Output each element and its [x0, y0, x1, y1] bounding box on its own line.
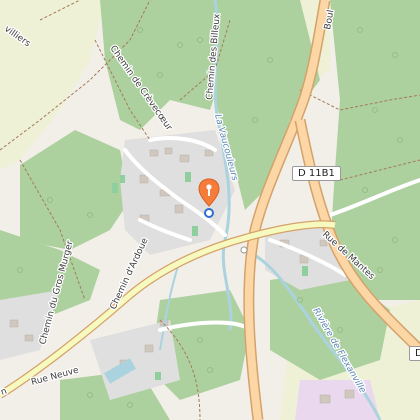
junction-circle	[240, 246, 248, 254]
road-shield-d-partial: D	[409, 346, 420, 361]
road-shield-d11b1: D 11B1	[292, 166, 341, 181]
location-dot-icon	[204, 205, 214, 218]
map-canvas[interactable]: Boul Chemin des Billeux Chemin de Crèvec…	[0, 0, 420, 420]
